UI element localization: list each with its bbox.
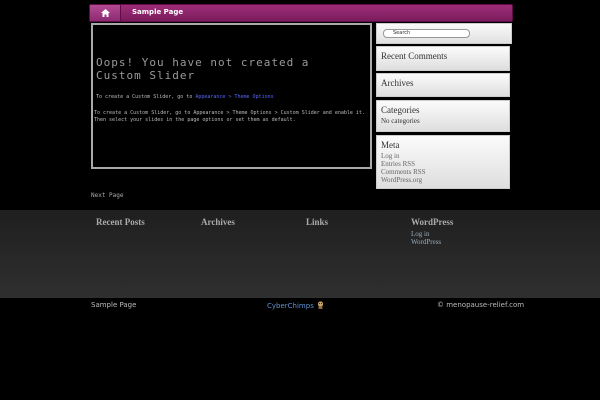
meta-comments-rss-link[interactable]: Comments RSS <box>381 168 509 176</box>
post-navigation[interactable]: Next Page <box>91 192 124 199</box>
theme-options-link[interactable]: Appearance > Theme Options <box>195 94 273 100</box>
home-button[interactable] <box>90 5 121 21</box>
post-intro: To create a Custom Slider, go to Appeara… <box>96 94 274 101</box>
meta-wordpress-org-link[interactable]: WordPress.org <box>381 176 509 184</box>
meta-title: Meta <box>381 140 400 150</box>
footer-wordpress-title: WordPress <box>411 217 454 227</box>
chimp-icon <box>317 301 324 309</box>
recent-comments-widget: Recent Comments <box>376 46 510 71</box>
copyright-text: © menopause-relief.com <box>437 301 525 309</box>
nav-item-sample-page[interactable]: Sample Page <box>132 8 183 16</box>
footer-sample-page-link[interactable]: Sample Page <box>91 301 136 309</box>
post-content: Oops! You have not created a Custom Slid… <box>91 23 372 169</box>
post-intro-text: To create a Custom Slider, go to <box>96 94 196 100</box>
cyberchimps-logo-text: CyberChimps <box>267 302 314 310</box>
cyberchimps-logo[interactable]: CyberChimps <box>267 301 325 310</box>
post-title: Oops! You have not created a Custom Slid… <box>96 56 310 82</box>
recent-comments-title: Recent Comments <box>381 51 448 61</box>
footer-wordpress-link[interactable]: WordPress <box>411 238 441 247</box>
post-body: To create a Custom Slider, go to Appeara… <box>94 110 365 123</box>
categories-empty-text: No categories <box>381 117 420 125</box>
footer-recent-posts-title: Recent Posts <box>96 217 145 227</box>
footer-widgets: Recent Posts Archives Links WordPress Lo… <box>0 210 600 298</box>
home-icon <box>100 9 110 17</box>
meta-login-link[interactable]: Log in <box>381 152 509 160</box>
meta-entries-rss-link[interactable]: Entries RSS <box>381 160 509 168</box>
categories-title: Categories <box>381 105 420 115</box>
search-widget: Search <box>376 23 512 44</box>
main-nav: Sample Page <box>89 4 513 22</box>
archives-widget: Archives <box>376 73 510 97</box>
archives-title: Archives <box>381 78 414 88</box>
meta-widget: Meta Log in Entries RSS Comments RSS Wor… <box>376 135 510 189</box>
footer-archives-title: Archives <box>201 217 235 227</box>
search-input[interactable]: Search <box>383 29 470 38</box>
categories-widget: Categories No categories <box>376 100 510 132</box>
footer-links-title: Links <box>306 217 329 227</box>
